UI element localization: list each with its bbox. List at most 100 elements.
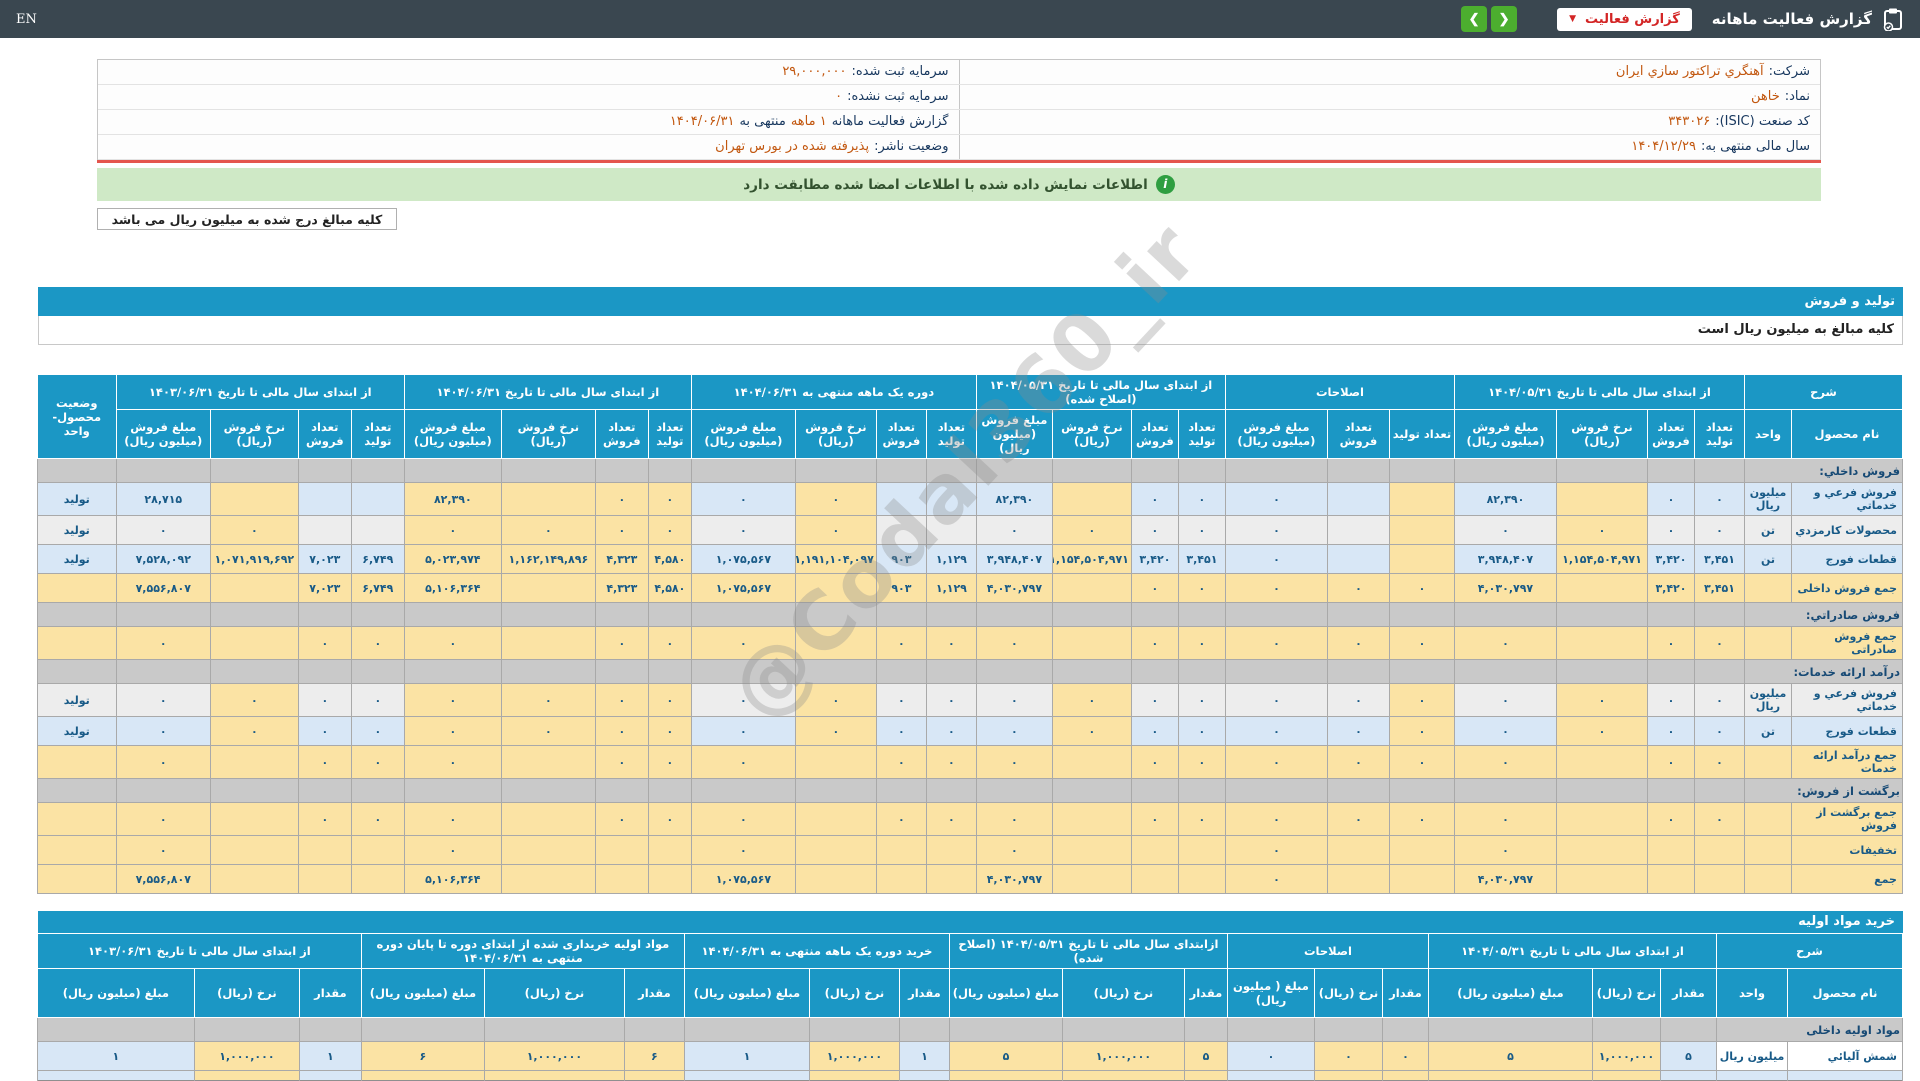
table-cell: جمع درآمد ارائه خدمات (1792, 746, 1903, 779)
table-cell: فروش داخلي: (1744, 459, 1902, 483)
table-cell (116, 459, 210, 483)
table-cell (1178, 660, 1225, 684)
table-cell (1592, 1018, 1660, 1042)
table-cell: ۰ (976, 684, 1052, 717)
column-header: تعداد فروش (595, 410, 648, 459)
table-cell: ۰ (1131, 803, 1178, 836)
table-cell (1327, 545, 1389, 574)
table-cell (116, 660, 210, 684)
table-cell: ۰ (876, 746, 926, 779)
table-cell (501, 836, 595, 865)
column-header: مبلغ (میلیون ریال) (949, 969, 1062, 1018)
column-header: واحد (1744, 410, 1791, 459)
next-report-button[interactable]: ❮ (1491, 6, 1517, 32)
table-cell (648, 660, 691, 684)
table-cell: ۰ (1225, 717, 1327, 746)
table-cell (809, 1018, 899, 1042)
table-cell (298, 483, 351, 516)
table-cell (194, 1018, 299, 1042)
table-cell: ۰ (404, 516, 501, 545)
total-row: جمع۴,۰۳۰,۷۹۷۰۴,۰۳۰,۷۹۷۱,۰۷۵,۵۶۷۵,۱۰۶,۳۶۴… (37, 865, 1902, 894)
column-header: مبلغ (میلیون ریال) (361, 969, 484, 1018)
table-cell: ۳,۴۲۰ (1647, 545, 1694, 574)
company-info-row: نماد:خاهنسرمایه ثبت نشده:۰ (98, 85, 1820, 110)
table-cell: ۰ (1556, 516, 1647, 545)
table-cell (1744, 574, 1791, 603)
column-header: مواد اولیه خریداری شده از ابتدای دوره تا… (361, 934, 684, 969)
table-cell (1052, 574, 1131, 603)
table-cell (1454, 603, 1556, 627)
table-cell (976, 459, 1052, 483)
table-cell: ۱,۰۰۰,۰۰۰ (194, 1042, 299, 1071)
company-info-row: سال مالی منتهی به:۱۴۰۴/۱۲/۲۹وضعیت ناشر:پ… (98, 135, 1820, 160)
signature-match-banner: i اطلاعات نمایش داده شده با اطلاعات امضا… (97, 168, 1821, 201)
table-cell: ۱,۰۷۵,۵۶۷ (691, 574, 795, 603)
column-header: تعداد تولید (1178, 410, 1225, 459)
table-cell (1428, 1071, 1592, 1081)
table-cell: ۰ (501, 516, 595, 545)
table-cell (595, 836, 648, 865)
table-cell: ۳,۹۴۸,۴۰۷ (1454, 545, 1556, 574)
table-cell (1556, 483, 1647, 516)
table-cell: ۰ (691, 627, 795, 660)
table-cell: ۴,۵۸۰ (648, 574, 691, 603)
table-cell (1184, 1018, 1227, 1042)
table-cell (1327, 603, 1389, 627)
table-cell (795, 603, 876, 627)
table-cell: ۰ (1225, 545, 1327, 574)
table-cell: ۱,۱۵۴,۵۰۴,۹۷۱ (1556, 545, 1647, 574)
table-cell (1428, 1018, 1592, 1042)
table-cell (501, 483, 595, 516)
table-cell (976, 660, 1052, 684)
table-cell: ۰ (1389, 684, 1454, 717)
table-cell: ۰ (1389, 627, 1454, 660)
table-cell: ۰ (210, 717, 298, 746)
column-header: تعداد تولید (351, 410, 404, 459)
table-cell (1744, 865, 1791, 894)
table-cell (795, 836, 876, 865)
table-cell (595, 459, 648, 483)
column-header: تعداد تولید (926, 410, 976, 459)
table-cell: ۰ (1389, 746, 1454, 779)
table-cell: ۰ (1647, 746, 1694, 779)
table-cell: ۵ (1428, 1042, 1592, 1071)
column-header: نرخ (ریال) (194, 969, 299, 1018)
table-cell: ۰ (1382, 1042, 1428, 1071)
column-header: مقدار (1382, 969, 1428, 1018)
total-row: تخفیفات۰۰۰۰۰۰ (37, 836, 1902, 865)
table-cell (361, 1018, 484, 1042)
table-cell (1178, 459, 1225, 483)
table-cell (1744, 746, 1791, 779)
table-cell (926, 603, 976, 627)
table-cell (404, 459, 501, 483)
table-cell: ۰ (1694, 746, 1744, 779)
product-row: فروش فرعي و خدماتيمیلیون ریال۰۰۸۲,۳۹۰۰۰۰… (37, 483, 1902, 516)
table-cell (1694, 779, 1744, 803)
table-cell: ۱,۰۰۰,۰۰۰ (809, 1042, 899, 1071)
dropdown-label: گزارش فعالیت (1585, 12, 1680, 27)
table-cell: ۰ (1225, 865, 1327, 894)
amounts-note-button[interactable]: کلیه مبالغ درج شده به میلیون ریال می باش… (97, 208, 397, 230)
column-header: از ابتدای سال مالی تا تاریخ ۱۴۰۴/۰۵/۳۱ (… (976, 375, 1225, 410)
previous-report-button[interactable]: ❯ (1461, 6, 1487, 32)
table-cell (1052, 803, 1131, 836)
info-icon: i (1156, 175, 1175, 194)
column-header: از ابتدای سال مالی تا تاریخ ۱۴۰۴/۰۶/۳۱ (404, 375, 691, 410)
table-cell: ۰ (926, 684, 976, 717)
column-header: نام محصول (1792, 410, 1903, 459)
table-cell: ۰ (1327, 803, 1389, 836)
table-cell: ۰ (1131, 684, 1178, 717)
raw-material-purchases-table: شرحاز ابتدای سال مالی تا تاریخ ۱۴۰۴/۰۵/۳… (38, 933, 1903, 1081)
table-cell: جمع فروش داخلی (1792, 574, 1903, 603)
report-type-dropdown[interactable]: گزارش فعالیت ▼ (1557, 8, 1692, 31)
table-cell: ۰ (1454, 627, 1556, 660)
table-cell (1225, 459, 1327, 483)
table-cell (37, 1018, 194, 1042)
table-cell (976, 603, 1052, 627)
column-header: نرخ فروش (ریال) (210, 410, 298, 459)
language-toggle-en[interactable]: EN (16, 12, 37, 27)
table-cell (1556, 746, 1647, 779)
table-cell: ۰ (1225, 627, 1327, 660)
table-cell: ۰ (1131, 483, 1178, 516)
table-cell (1052, 660, 1131, 684)
